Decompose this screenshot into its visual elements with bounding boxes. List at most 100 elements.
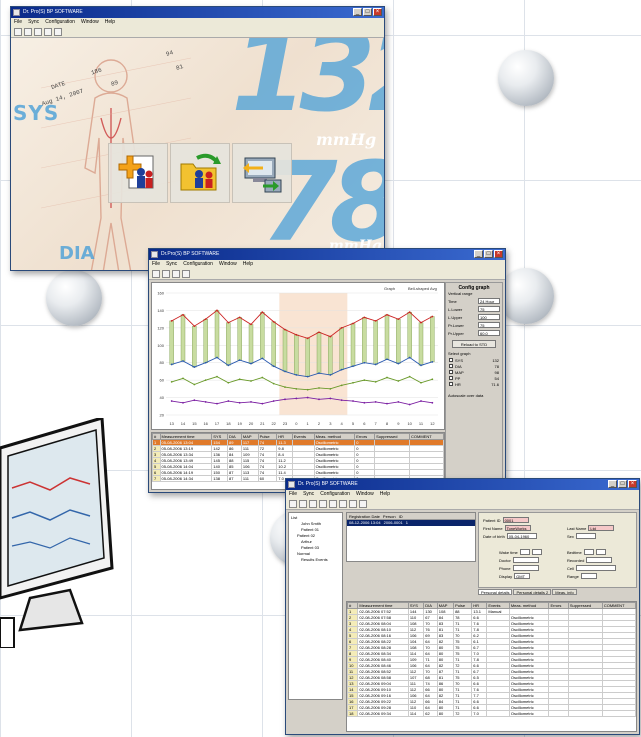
tool-icon[interactable] xyxy=(24,28,32,36)
config-select[interactable]: 75 xyxy=(478,306,500,312)
tree-item[interactable]: Results Events xyxy=(291,557,340,563)
sleep-hour-select[interactable] xyxy=(583,549,594,555)
range-bar xyxy=(339,327,344,370)
dob-field[interactable]: 05-04-1960 xyxy=(506,533,537,539)
tool-icon[interactable] xyxy=(349,500,357,508)
config-select[interactable]: 100 xyxy=(478,314,500,320)
patient-id-field[interactable]: 0001 xyxy=(502,517,529,523)
menu-configuration[interactable]: Configuration xyxy=(45,18,75,27)
tool-icon[interactable] xyxy=(182,270,190,278)
window-title: Dr. Pro(S) BP SOFTWARE xyxy=(298,481,358,487)
maximize-icon[interactable]: □ xyxy=(484,250,493,258)
checkbox-icon[interactable] xyxy=(449,364,453,368)
range-bar xyxy=(350,323,356,367)
range-bar xyxy=(248,324,254,364)
device-transfer-button[interactable] xyxy=(232,143,292,203)
tool-icon[interactable] xyxy=(289,500,297,508)
tab-personal-details[interactable]: Personal details xyxy=(478,589,513,595)
wake-minute-select[interactable] xyxy=(531,549,542,555)
new-patient-button[interactable] xyxy=(108,143,168,203)
tab-personal-details-2[interactable]: Personal details 2 xyxy=(513,589,552,595)
reload-button[interactable]: Reload to STD xyxy=(452,340,496,348)
menu-help[interactable]: Help xyxy=(105,18,115,27)
checkbox-icon[interactable] xyxy=(449,370,453,374)
menu-help[interactable]: Help xyxy=(380,490,390,499)
tool-icon[interactable] xyxy=(152,270,160,278)
table-cell xyxy=(548,710,569,717)
tool-icon[interactable] xyxy=(359,500,367,508)
checkbox-label: HR xyxy=(455,381,461,387)
minimize-icon[interactable]: _ xyxy=(608,480,617,488)
tool-icon[interactable] xyxy=(299,500,307,508)
checkbox-icon[interactable] xyxy=(449,382,453,386)
tab-meas-info[interactable]: Meas. info xyxy=(552,589,577,595)
x-tick-label: 9 xyxy=(397,421,400,426)
menu-window[interactable]: Window xyxy=(81,18,99,27)
config-select[interactable]: 75 xyxy=(478,322,500,328)
sleep-minute-select[interactable] xyxy=(595,549,606,555)
record-row-selected[interactable]: 08-12-2006 13:04 2006-0001 1 xyxy=(347,520,475,526)
last-name-field[interactable]: Ltd xyxy=(588,525,615,531)
menu-window[interactable]: Window xyxy=(219,260,237,269)
menu-file[interactable]: File xyxy=(14,18,22,27)
menu-file[interactable]: File xyxy=(289,490,297,499)
y-tick-label: 80 xyxy=(160,360,165,365)
minimize-icon[interactable]: _ xyxy=(353,8,362,16)
tool-icon[interactable] xyxy=(339,500,347,508)
menu-window[interactable]: Window xyxy=(356,490,374,499)
series-point-map xyxy=(193,399,196,402)
config-label: Time xyxy=(448,298,457,304)
tool-icon[interactable] xyxy=(34,28,42,36)
menu-file[interactable]: File xyxy=(152,260,160,269)
tool-icon[interactable] xyxy=(329,500,337,508)
maximize-icon[interactable]: □ xyxy=(363,8,372,16)
maximize-icon[interactable]: □ xyxy=(618,480,627,488)
doctor-field[interactable] xyxy=(512,557,539,563)
first-name-field[interactable]: ToneWorks xyxy=(504,525,531,531)
tool-icon[interactable] xyxy=(309,500,317,508)
menu-sync[interactable]: Sync xyxy=(28,18,39,27)
sex-select[interactable] xyxy=(575,533,596,539)
tool-icon[interactable] xyxy=(172,270,180,278)
close-icon[interactable]: × xyxy=(628,480,637,488)
x-tick-label: 8 xyxy=(386,421,389,426)
menu-sync[interactable]: Sync xyxy=(303,490,314,499)
menu-configuration[interactable]: Configuration xyxy=(183,260,213,269)
menu-configuration[interactable]: Configuration xyxy=(320,490,350,499)
display-select[interactable]: GMT xyxy=(514,573,531,579)
config-select[interactable]: 60.0 xyxy=(478,330,500,336)
checkbox-icon[interactable] xyxy=(449,376,453,380)
table-cell: 111 xyxy=(240,475,259,482)
open-patient-button[interactable] xyxy=(170,143,230,203)
series-point-dia xyxy=(238,359,241,361)
table-row[interactable]: 18 02-08-2006 09:34 114 62 80 72 7.0 Oscillomet… xyxy=(347,710,636,717)
tool-icon[interactable] xyxy=(319,500,327,508)
minimize-icon[interactable]: _ xyxy=(474,250,483,258)
tool-icon[interactable] xyxy=(54,28,62,36)
menu-sync[interactable]: Sync xyxy=(166,260,177,269)
wake-hour-select[interactable] xyxy=(519,549,530,555)
checkbox-icon[interactable] xyxy=(449,358,453,362)
close-icon[interactable]: × xyxy=(494,250,503,258)
column-header[interactable]: Person xyxy=(383,513,396,519)
series-point-map xyxy=(386,402,388,405)
tool-icon[interactable] xyxy=(162,270,170,278)
column-header[interactable]: Registration Date xyxy=(349,513,380,519)
range-select[interactable] xyxy=(580,573,597,579)
x-tick-label: 12 xyxy=(430,421,435,426)
tool-icon[interactable] xyxy=(44,28,52,36)
close-icon[interactable]: × xyxy=(373,8,382,16)
phone-field[interactable] xyxy=(512,565,539,571)
cell-field[interactable] xyxy=(575,565,616,571)
column-header[interactable]: ID xyxy=(399,513,403,519)
graph-checkbox[interactable]: HR 71.6 xyxy=(446,381,502,387)
first-name-label: First Name xyxy=(483,525,503,531)
recorded-field[interactable] xyxy=(586,557,613,563)
series-point-sys xyxy=(397,318,400,321)
series-point-dia xyxy=(420,364,422,367)
window-title: Dr. Pro(S) BP SOFTWARE xyxy=(23,9,83,15)
tool-icon[interactable] xyxy=(14,28,22,36)
config-select[interactable]: 24 Hour xyxy=(478,298,500,304)
menu-help[interactable]: Help xyxy=(243,260,253,269)
record-cell: 1 xyxy=(405,520,408,525)
